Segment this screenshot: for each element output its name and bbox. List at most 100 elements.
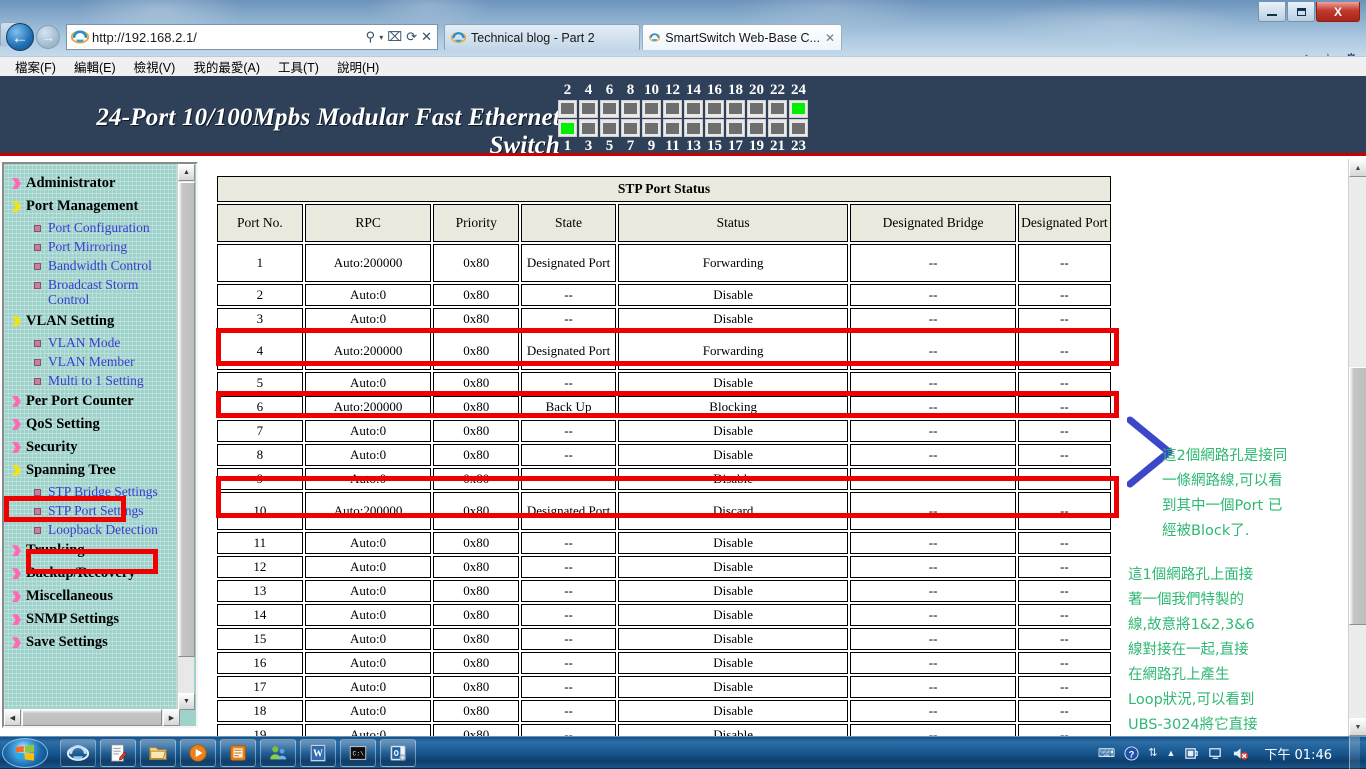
sidebar-horizontal-scrollbar[interactable]: ◀ ▶	[4, 709, 180, 726]
port-2-indicator	[558, 100, 577, 118]
minimize-button[interactable]	[1258, 2, 1286, 22]
menu-view[interactable]: 檢視(V)	[125, 57, 185, 76]
port-22-indicator	[768, 100, 787, 118]
table-row: 11Auto:00x80--Disable----	[217, 532, 1111, 554]
tab-close-icon[interactable]: ✕	[825, 31, 835, 45]
sidebar-scroll-right-button[interactable]: ▶	[163, 709, 180, 726]
port-number-label: 6	[600, 82, 619, 99]
port-number-label: 8	[621, 82, 640, 99]
stop-icon[interactable]: ✕	[421, 29, 432, 45]
sidebar-vertical-scrollbar[interactable]: ▲ ▼	[177, 164, 194, 710]
port-number-label: 10	[642, 82, 661, 99]
port-number-label: 2	[558, 82, 577, 99]
top-port-numbers: 24681012141618202224	[558, 82, 808, 99]
sidebar-item-label: VLAN Setting	[26, 313, 114, 330]
start-button[interactable]	[2, 738, 48, 768]
sidebar-vertical-scroll-thumb[interactable]	[178, 182, 195, 657]
sidebar-item-port-management[interactable]: Port Management	[8, 195, 180, 218]
sidebar-item-per-port-counter[interactable]: Per Port Counter	[8, 390, 180, 413]
column-header-priority: Priority	[433, 204, 519, 242]
tray-display-icon[interactable]	[1208, 746, 1223, 761]
tray-network-updown-icon[interactable]: ⇅	[1148, 748, 1157, 759]
tray-battery-icon[interactable]	[1184, 746, 1199, 761]
sidebar-item-port-mirroring[interactable]: Port Mirroring	[8, 237, 180, 256]
cell-priority: 0x80	[433, 532, 519, 554]
column-header-designated-port: Designated Port	[1018, 204, 1111, 242]
sidebar-scroll-down-button[interactable]: ▼	[178, 693, 195, 710]
cell-rpc: Auto:0	[305, 532, 431, 554]
sidebar-item-loopback-detection[interactable]: Loopback Detection	[8, 520, 180, 539]
sidebar-item-miscellaneous[interactable]: Miscellaneous	[8, 585, 180, 608]
menu-help[interactable]: 說明(H)	[328, 57, 388, 76]
cell-rpc: Auto:0	[305, 628, 431, 650]
sidebar-item-label: SNMP Settings	[26, 611, 119, 628]
sidebar-item-trunking[interactable]: Trunking	[8, 539, 180, 562]
sidebar-item-security[interactable]: Security	[8, 436, 180, 459]
cell-state: --	[521, 676, 616, 698]
menu-edit[interactable]: 編輯(E)	[65, 57, 125, 76]
sidebar-item-save-settings[interactable]: Save Settings	[8, 631, 180, 654]
cell-designated-port: --	[1018, 284, 1111, 306]
sidebar-item-label: Miscellaneous	[26, 588, 113, 605]
taskbar-media-player[interactable]	[180, 739, 216, 767]
taskbar-app-orange[interactable]	[220, 739, 256, 767]
tray-help-icon[interactable]: ?	[1124, 746, 1139, 761]
page-scroll-down-button[interactable]: ▼	[1349, 718, 1366, 736]
sidebar-item-qos-setting[interactable]: QoS Setting	[8, 413, 180, 436]
maximize-button[interactable]	[1287, 2, 1315, 22]
sidebar-item-backup-recovery[interactable]: Backup/Recovery	[8, 562, 180, 585]
taskbar-internet-explorer[interactable]	[60, 739, 96, 767]
compatibility-view-icon[interactable]: ⌧	[387, 29, 402, 45]
page-vertical-scrollbar[interactable]: ▲ ▼	[1348, 159, 1366, 736]
tab-smartswitch-web-base-config[interactable]: SmartSwitch Web-Base C... ✕	[642, 24, 842, 50]
taskbar-notepad[interactable]	[100, 739, 136, 767]
sidebar-item-stp-bridge-settings[interactable]: STP Bridge Settings	[8, 482, 180, 501]
sidebar-item-bandwidth-control[interactable]: Bandwidth Control	[8, 256, 180, 275]
port-number-label: 9	[642, 138, 661, 155]
tray-volume-muted-icon[interactable]	[1232, 746, 1249, 761]
taskbar-word[interactable]: W	[300, 739, 336, 767]
search-icon[interactable]: ⚲	[366, 29, 376, 45]
back-button[interactable]: ←	[6, 23, 34, 51]
sidebar-item-stp-port-settings[interactable]: STP Port Settings	[8, 501, 180, 520]
sidebar-item-vlan-mode[interactable]: VLAN Mode	[8, 333, 180, 352]
sidebar-item-port-configuration[interactable]: Port Configuration	[8, 218, 180, 237]
sidebar-item-administrator[interactable]: Administrator	[8, 172, 180, 195]
close-window-button[interactable]: X	[1316, 2, 1360, 22]
port-18-indicator	[726, 100, 745, 118]
sidebar-item-multi-to-1-setting[interactable]: Multi to 1 Setting	[8, 371, 180, 390]
taskbar-messenger[interactable]	[260, 739, 296, 767]
cell-designated-bridge: --	[850, 580, 1015, 602]
menu-favorites[interactable]: 我的最愛(A)	[184, 57, 269, 76]
sidebar-scroll-left-button[interactable]: ◀	[4, 709, 21, 726]
sidebar-scroll-up-button[interactable]: ▲	[178, 164, 195, 181]
taskbar-outlook[interactable]	[380, 739, 416, 767]
sidebar-item-vlan-member[interactable]: VLAN Member	[8, 352, 180, 371]
address-bar[interactable]: http://192.168.2.1/ ⚲ ▾ ⌧ ⟳ ✕	[66, 24, 438, 50]
sidebar-item-snmp-settings[interactable]: SNMP Settings	[8, 608, 180, 631]
sidebar-item-label: Backup/Recovery	[26, 565, 136, 582]
tray-show-hidden-icons[interactable]: ▲	[1166, 748, 1175, 758]
media-player-icon	[188, 743, 208, 763]
tab-technical-blog[interactable]: Technical blog - Part 2	[444, 24, 640, 50]
annotation-line: 經被Block了.	[1162, 519, 1322, 544]
taskbar-explorer[interactable]	[140, 739, 176, 767]
show-desktop-button[interactable]	[1349, 737, 1360, 769]
sidebar-item-vlan-setting[interactable]: VLAN Setting	[8, 310, 180, 333]
port-20-indicator	[747, 100, 766, 118]
sidebar-item-broadcast-storm-control[interactable]: Broadcast Storm Control	[8, 275, 180, 309]
chevron-down-icon[interactable]: ▾	[379, 33, 383, 42]
taskbar-command-prompt[interactable]: C:\	[340, 739, 376, 767]
sidebar-horizontal-scroll-thumb[interactable]	[22, 709, 162, 726]
menu-file[interactable]: 檔案(F)	[6, 57, 65, 76]
cell-priority: 0x80	[433, 396, 519, 418]
tray-keyboard-icon[interactable]: ⌨	[1098, 746, 1115, 760]
page-vertical-scroll-thumb[interactable]	[1349, 367, 1366, 625]
sidebar-item-spanning-tree[interactable]: Spanning Tree	[8, 459, 180, 482]
page-scroll-up-button[interactable]: ▲	[1349, 159, 1366, 177]
menu-tools[interactable]: 工具(T)	[269, 57, 328, 76]
refresh-icon[interactable]: ⟳	[406, 29, 417, 45]
tray-clock[interactable]: 下午 01:46	[1258, 744, 1338, 763]
forward-button[interactable]: →	[36, 25, 60, 49]
table-row: 10Auto:2000000x80Designated PortDiscard-…	[217, 492, 1111, 530]
